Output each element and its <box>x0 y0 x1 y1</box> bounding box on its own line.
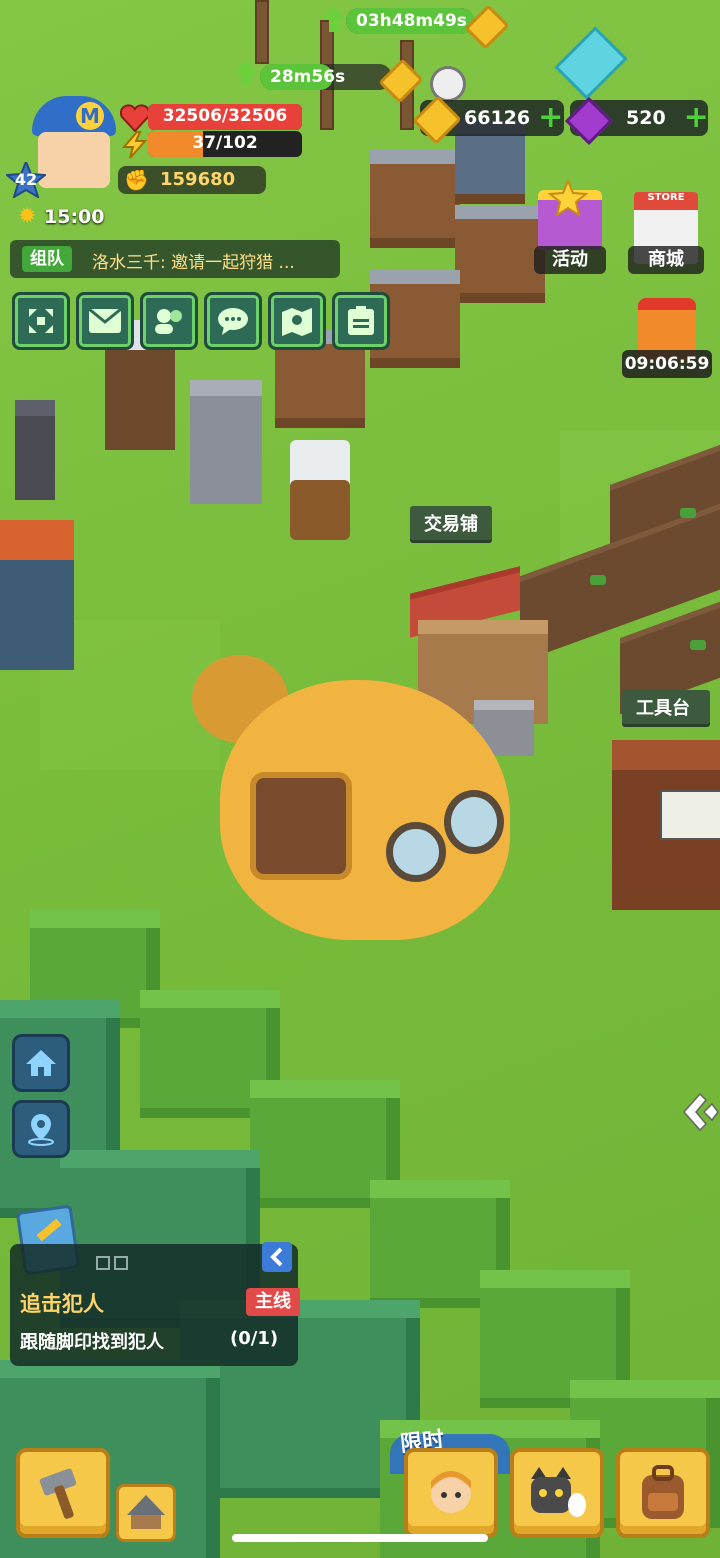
crop-sprout <box>680 508 696 518</box>
timer-text: 28m56s <box>270 67 346 87</box>
hero-button[interactable] <box>404 1448 498 1538</box>
gem-counter[interactable]: 520 + <box>564 96 709 146</box>
add-gem-button[interactable]: + <box>684 103 709 133</box>
power-display: ✊ 159680 <box>118 166 266 194</box>
gold-star-icon <box>548 180 588 216</box>
location-pin-icon <box>28 1114 54 1146</box>
trade-shop-label[interactable]: 交易铺 <box>410 506 492 540</box>
chat-strip[interactable]: 组队 洛水三千: 邀请一起狩猎 ... <box>10 240 340 278</box>
hamster-eye-right <box>444 790 504 854</box>
workbench-label[interactable]: 工具台 <box>622 690 710 724</box>
camp-icon <box>127 1495 165 1529</box>
mail-icon[interactable] <box>76 292 134 350</box>
quest-description: 跟随脚印找到犯人 <box>20 1332 164 1353</box>
home-indicator[interactable] <box>232 1534 488 1542</box>
chat-message: 洛水三千: 邀请一起狩猎 ... <box>92 253 295 273</box>
page-dot <box>96 1256 110 1270</box>
upgrade-arrow-icon <box>234 60 258 86</box>
avatar-cap-badge: M <box>76 102 104 130</box>
friends-icon[interactable] <box>140 292 198 350</box>
store-sign: STORE <box>647 192 685 203</box>
fire-tower[interactable] <box>0 520 74 670</box>
backpack-icon <box>642 1465 684 1519</box>
home-button[interactable] <box>12 1034 70 1092</box>
build-timer-1[interactable]: 03h48m49s <box>346 8 474 34</box>
camp-button[interactable] <box>116 1484 176 1542</box>
gold-counter[interactable]: 66126 + <box>412 95 564 145</box>
hp-bar: 32506/32506 <box>148 104 302 130</box>
pets-button[interactable] <box>510 1448 604 1538</box>
store-button[interactable]: STORE 商城 <box>626 186 706 280</box>
crop-sprout <box>690 640 706 650</box>
gem-value: 520 <box>626 107 666 129</box>
build-timer-2[interactable]: 28m56s <box>260 64 392 90</box>
pet-cat-icon <box>531 1467 586 1517</box>
game-time: 15:00 <box>44 206 105 228</box>
hamster-window <box>250 772 352 880</box>
quest-panel[interactable]: 追击犯人 主线 跟随脚印找到犯人 (0/1) <box>10 1242 300 1366</box>
hamster-eye-left <box>386 822 446 882</box>
id-card-icon[interactable] <box>332 292 390 350</box>
hp-text: 32506/32506 <box>162 106 288 126</box>
trophy-tree[interactable] <box>290 440 350 540</box>
locate-button[interactable] <box>12 1100 70 1158</box>
map-icon[interactable] <box>268 292 326 350</box>
fence-post <box>255 0 269 64</box>
lamp-post[interactable] <box>15 400 55 500</box>
stone-statue[interactable] <box>190 380 262 504</box>
level-text: 42 <box>14 170 38 189</box>
energy-bolt-icon <box>120 131 150 159</box>
upgrade-arrow-icon <box>322 6 346 32</box>
quest-progress: (0/1) <box>230 1328 279 1349</box>
gift-timer: 09:06:59 <box>622 350 712 378</box>
sun-icon: ✹ <box>18 204 37 229</box>
event-label: 活动 <box>534 246 606 274</box>
side-panel-toggle[interactable] <box>682 1090 720 1134</box>
power-value: 159680 <box>160 169 236 190</box>
game-clock: ✹ 15:00 <box>16 202 116 232</box>
backpack-button[interactable] <box>616 1448 710 1538</box>
energy-bar: 37/102 <box>148 131 302 157</box>
level-badge: 42 <box>4 159 48 200</box>
chat-icon[interactable] <box>204 292 262 350</box>
chevron-left-icon <box>270 1247 283 1267</box>
add-gold-button[interactable]: + <box>538 103 563 133</box>
expand-icon[interactable] <box>12 292 70 350</box>
build-button[interactable] <box>16 1448 110 1538</box>
crop-sprout <box>590 575 606 585</box>
energy-text: 37/102 <box>192 133 258 153</box>
home-icon <box>26 1050 56 1076</box>
blueprint-paper <box>660 790 720 840</box>
event-button[interactable]: 活动 <box>530 180 610 280</box>
quest-title: 追击犯人 <box>20 1292 104 1316</box>
gold-value: 66126 <box>464 107 531 129</box>
spiked-barricade[interactable] <box>370 150 460 248</box>
hero-portrait-icon <box>431 1471 471 1513</box>
chevron-left-icon <box>682 1092 719 1132</box>
crystal-tower[interactable] <box>554 26 628 100</box>
quest-tag: 主线 <box>246 1288 300 1316</box>
chat-channel-tag: 组队 <box>22 246 72 272</box>
avatar-face <box>38 132 110 188</box>
fist-icon: ✊ <box>124 168 149 192</box>
page-dot <box>114 1256 128 1270</box>
hammer-icon <box>39 1468 77 1519</box>
gift-button[interactable]: 09:06:59 <box>622 292 712 382</box>
collapse-quest-button[interactable] <box>262 1242 292 1272</box>
store-label: 商城 <box>628 246 704 274</box>
timer-text: 03h48m49s <box>356 11 467 31</box>
heart-icon <box>119 104 151 133</box>
